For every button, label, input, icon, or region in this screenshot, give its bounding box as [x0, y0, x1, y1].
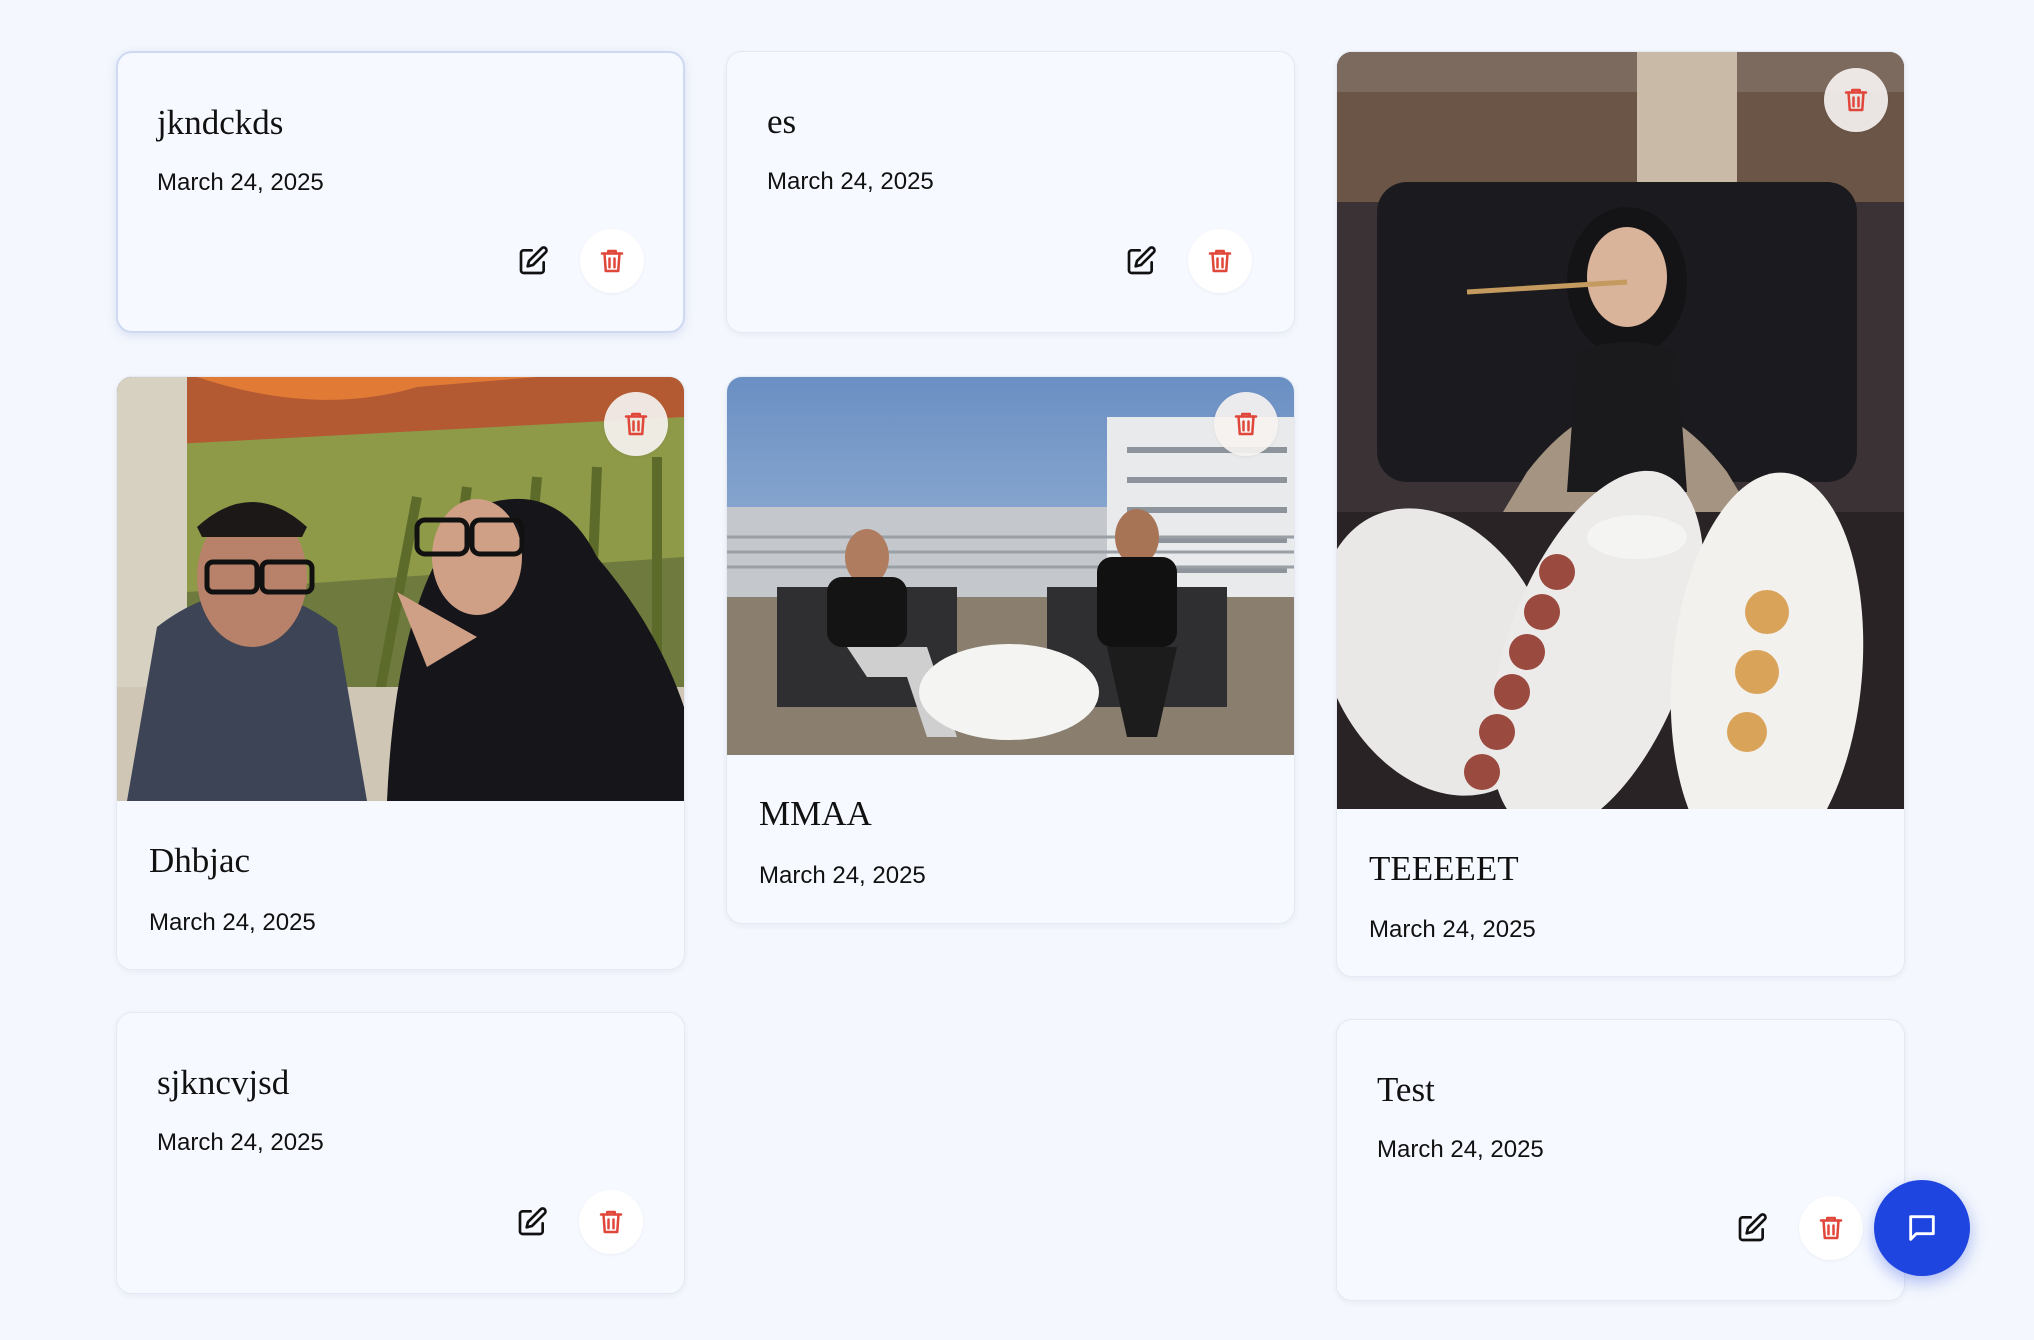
note-date: March 24, 2025 [157, 1129, 324, 1156]
edit-icon [1736, 1212, 1768, 1244]
note-card[interactable]: Dhbjac March 24, 2025 [116, 376, 685, 970]
note-title: TEEEEET [1369, 849, 1519, 888]
note-date: March 24, 2025 [149, 909, 316, 936]
note-title: Dhbjac [149, 841, 251, 880]
edit-button[interactable] [500, 1190, 564, 1254]
note-date: March 24, 2025 [157, 169, 324, 196]
note-photo [1337, 52, 1904, 809]
note-card[interactable]: sjkncvjsd March 24, 2025 [116, 1012, 685, 1294]
trash-icon [1816, 1213, 1846, 1243]
edit-button[interactable] [1109, 229, 1173, 293]
note-date: March 24, 2025 [1377, 1136, 1544, 1163]
trash-icon [621, 409, 651, 439]
delete-button[interactable] [1214, 392, 1278, 456]
edit-button[interactable] [501, 229, 565, 293]
note-title: es [767, 102, 797, 141]
delete-button[interactable] [1799, 1196, 1863, 1260]
edit-icon [516, 1206, 548, 1238]
trash-icon [1841, 85, 1871, 115]
note-card[interactable]: TEEEEET March 24, 2025 [1336, 51, 1905, 977]
note-title: sjkncvjsd [157, 1063, 290, 1102]
note-title: Test [1377, 1070, 1435, 1109]
note-date: March 24, 2025 [767, 168, 934, 195]
note-date: March 24, 2025 [759, 862, 926, 889]
delete-button[interactable] [1824, 68, 1888, 132]
note-date: March 24, 2025 [1369, 916, 1536, 943]
edit-icon [1125, 245, 1157, 277]
delete-button[interactable] [580, 229, 644, 293]
note-card[interactable]: es March 24, 2025 [726, 51, 1295, 333]
delete-button[interactable] [604, 392, 668, 456]
delete-button[interactable] [579, 1190, 643, 1254]
chat-bubble-icon [1909, 1215, 1935, 1241]
edit-button[interactable] [1720, 1196, 1784, 1260]
chat-button[interactable] [1874, 1180, 1970, 1276]
note-card[interactable]: jkndckds March 24, 2025 [116, 51, 685, 333]
note-title: jkndckds [157, 103, 284, 142]
edit-icon [517, 245, 549, 277]
note-card[interactable]: Test March 24, 2025 [1336, 1019, 1905, 1301]
note-photo [117, 377, 684, 801]
trash-icon [597, 246, 627, 276]
note-photo [727, 377, 1294, 755]
note-title: MMAA [759, 794, 872, 833]
delete-button[interactable] [1188, 229, 1252, 293]
trash-icon [596, 1207, 626, 1237]
trash-icon [1231, 409, 1261, 439]
note-card[interactable]: MMAA March 24, 2025 [726, 376, 1295, 924]
trash-icon [1205, 246, 1235, 276]
